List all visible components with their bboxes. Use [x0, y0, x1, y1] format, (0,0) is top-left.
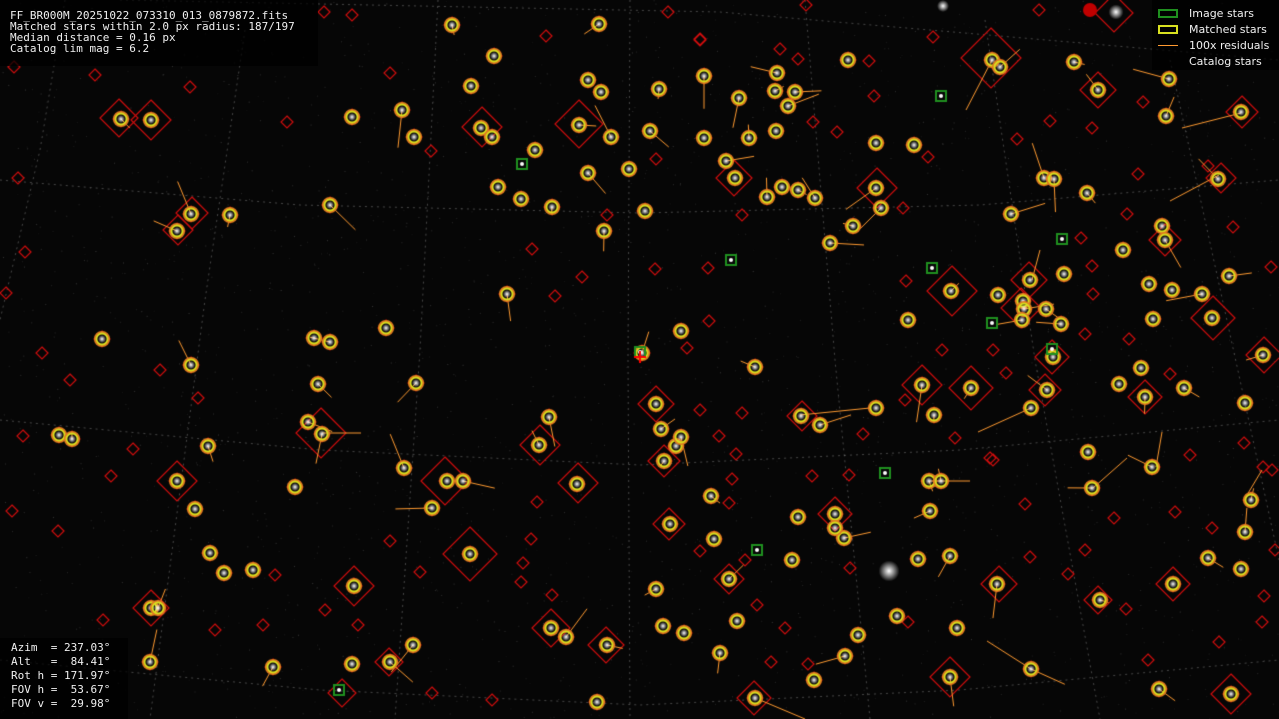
legend: Image stars Matched stars 100x residuals… [1152, 0, 1279, 70]
azimuth-readout: Azim = 237.03° [11, 641, 111, 654]
legend-matched-stars: Matched stars [1152, 22, 1279, 38]
legend-residuals: 100x residuals [1152, 38, 1279, 54]
residual-line-swatch-icon [1158, 45, 1178, 46]
catalog-star-swatch-icon [1158, 57, 1178, 66]
catalog-limit-magnitude: Catalog lim mag = 6.2 [10, 42, 150, 55]
fov-vertical-readout: FOV v = 29.98° [11, 697, 111, 710]
legend-catalog-stars: Catalog stars [1152, 54, 1279, 70]
legend-image-stars: Image stars [1152, 6, 1279, 22]
rotation-readout: Rot h = 171.97° [11, 669, 111, 682]
fov-horizontal-readout: FOV h = 53.67° [11, 683, 111, 696]
pointing-info-panel: Azim = 237.03° Alt = 84.41° Rot h = 171.… [0, 638, 128, 719]
altitude-readout: Alt = 84.41° [11, 655, 111, 668]
calibration-info-panel: FF_BR000M_20251022_073310_013_0879872.fi… [0, 0, 318, 66]
star-field-canvas [0, 0, 1279, 719]
image-star-swatch-icon [1158, 9, 1178, 18]
matched-star-swatch-icon [1158, 25, 1178, 34]
